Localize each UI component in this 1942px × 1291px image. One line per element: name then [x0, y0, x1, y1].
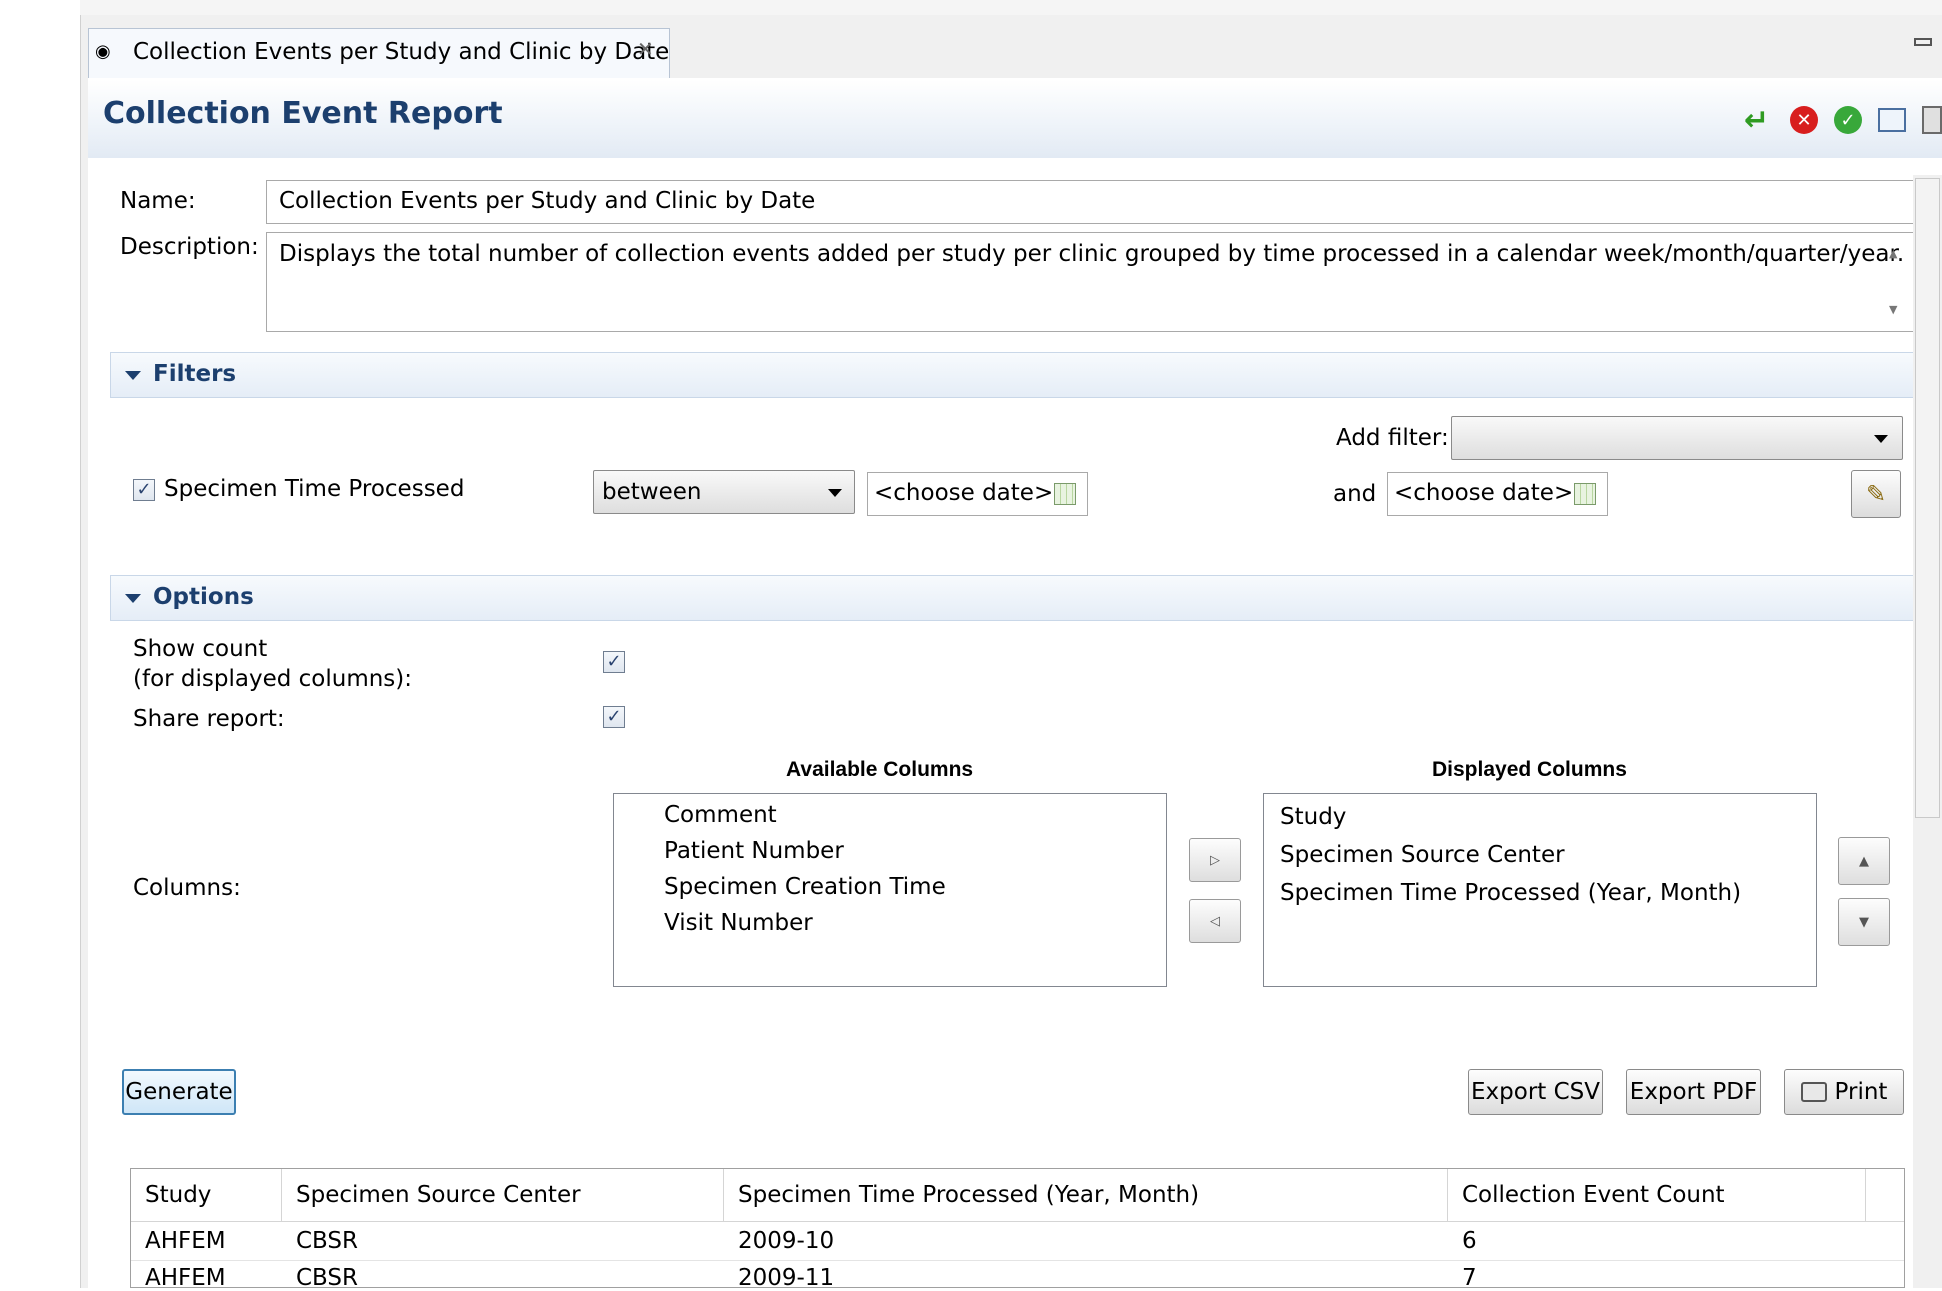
- and-label: and: [1333, 481, 1377, 507]
- name-value: Collection Events per Study and Clinic b…: [279, 188, 816, 214]
- collapse-triangle-icon: [125, 594, 141, 603]
- cancel-icon[interactable]: ✕: [1790, 106, 1818, 134]
- results-table[interactable]: Study Specimen Source Center Specimen Ti…: [130, 1168, 1905, 1291]
- table-cell: 7: [1462, 1265, 1477, 1291]
- column-header[interactable]: Study: [131, 1169, 282, 1221]
- column-header[interactable]: Specimen Source Center: [282, 1169, 724, 1221]
- move-down-icon: ▼: [1859, 914, 1869, 930]
- print-icon[interactable]: [1922, 106, 1942, 134]
- minimize-icon[interactable]: [1914, 38, 1932, 46]
- table-row[interactable]: AHFEM CBSR 2009-11 7: [131, 1261, 1904, 1291]
- move-up-button[interactable]: ▲: [1838, 837, 1890, 885]
- chevron-down-icon: [828, 489, 842, 497]
- scroll-up-icon[interactable]: ▲: [1889, 247, 1897, 260]
- add-filter-label: Add filter:: [1336, 425, 1449, 451]
- list-item[interactable]: Patient Number: [664, 838, 844, 864]
- collapse-triangle-icon: [125, 371, 141, 380]
- list-item[interactable]: Specimen Source Center: [1280, 842, 1565, 868]
- move-right-icon: ▷: [1210, 852, 1220, 868]
- add-filter-select[interactable]: [1451, 416, 1903, 460]
- wand-button[interactable]: ✎: [1851, 470, 1901, 518]
- description-value: Displays the total number of collection …: [279, 241, 1905, 267]
- table-cell: CBSR: [296, 1265, 359, 1291]
- date-to-placeholder: <choose date>: [1394, 480, 1574, 506]
- filters-section-label: Filters: [153, 361, 237, 387]
- reset-icon[interactable]: ↵: [1744, 106, 1774, 138]
- date-from-placeholder: <choose date>: [874, 480, 1054, 506]
- displayed-columns-title: Displayed Columns: [1432, 758, 1627, 781]
- description-label: Description:: [120, 234, 259, 260]
- column-header[interactable]: Specimen Time Processed (Year, Month): [724, 1169, 1448, 1221]
- print-button[interactable]: Print: [1784, 1069, 1904, 1115]
- share-report-label: Share report:: [133, 706, 285, 732]
- close-tab-icon[interactable]: ✕: [637, 37, 654, 61]
- generate-button[interactable]: Generate: [122, 1069, 236, 1115]
- operator-value: between: [602, 479, 702, 505]
- name-label: Name:: [120, 188, 196, 214]
- displayed-columns-list[interactable]: Study Specimen Source Center Specimen Ti…: [1263, 793, 1817, 987]
- column-header[interactable]: Collection Event Count: [1448, 1169, 1866, 1221]
- print-icon: [1800, 1082, 1827, 1102]
- list-item[interactable]: Comment: [664, 802, 777, 828]
- options-section-header[interactable]: Options: [110, 575, 1925, 621]
- chevron-down-icon: [1874, 435, 1888, 443]
- table-cell: AHFEM: [145, 1228, 226, 1254]
- calendar-icon[interactable]: [1054, 483, 1076, 505]
- table-cell: AHFEM: [145, 1265, 226, 1291]
- table-cell: 6: [1462, 1228, 1477, 1254]
- table-row[interactable]: AHFEM CBSR 2009-10 6: [131, 1222, 1904, 1261]
- editor-tab[interactable]: ◉ Collection Events per Study and Clinic…: [88, 28, 670, 78]
- move-left-icon: ◁: [1210, 913, 1220, 929]
- share-report-checkbox[interactable]: ✓: [603, 706, 625, 728]
- available-columns-title: Available Columns: [786, 758, 974, 781]
- description-field[interactable]: Displays the total number of collection …: [266, 232, 1915, 332]
- move-right-button[interactable]: ▷: [1189, 838, 1241, 882]
- print-label: Print: [1834, 1079, 1888, 1105]
- workbench-left-area: [0, 0, 80, 1288]
- list-item[interactable]: Specimen Time Processed (Year, Month): [1280, 880, 1741, 906]
- export-icon[interactable]: [1878, 108, 1906, 132]
- list-item[interactable]: Visit Number: [664, 910, 813, 936]
- filter-checkbox[interactable]: ✓: [133, 479, 155, 501]
- binoculars-icon: ◉: [95, 41, 111, 62]
- table-cell: 2009-11: [738, 1265, 835, 1291]
- page-title: Collection Event Report: [103, 96, 503, 131]
- export-csv-button[interactable]: Export CSV: [1468, 1069, 1603, 1115]
- export-pdf-button[interactable]: Export PDF: [1626, 1069, 1761, 1115]
- tab-label: Collection Events per Study and Clinic b…: [133, 39, 670, 65]
- move-left-button[interactable]: ◁: [1189, 899, 1241, 943]
- show-count-label-line2: (for displayed columns):: [133, 666, 413, 692]
- columns-label: Columns:: [133, 875, 241, 901]
- move-down-button[interactable]: ▼: [1838, 898, 1890, 946]
- workbench-top-area: [80, 0, 1942, 15]
- date-from-field[interactable]: <choose date>: [867, 472, 1088, 516]
- show-count-checkbox[interactable]: ✓: [603, 651, 625, 673]
- move-up-icon: ▲: [1859, 853, 1869, 869]
- date-to-field[interactable]: <choose date>: [1387, 472, 1608, 516]
- filter-label: Specimen Time Processed: [164, 476, 465, 502]
- available-columns-list[interactable]: Comment Patient Number Specimen Creation…: [613, 793, 1167, 987]
- wand-icon: ✎: [1865, 480, 1887, 508]
- confirm-icon[interactable]: ✓: [1834, 106, 1862, 134]
- list-item[interactable]: Specimen Creation Time: [664, 874, 946, 900]
- show-count-label-line1: Show count: [133, 636, 268, 662]
- table-cell: 2009-10: [738, 1228, 835, 1254]
- list-item[interactable]: Study: [1280, 804, 1346, 830]
- scroll-down-icon[interactable]: ▼: [1889, 303, 1897, 316]
- table-cell: CBSR: [296, 1228, 359, 1254]
- name-field[interactable]: Collection Events per Study and Clinic b…: [266, 180, 1915, 224]
- options-section-label: Options: [153, 584, 254, 610]
- operator-select[interactable]: between: [593, 470, 855, 514]
- scrollbar-thumb[interactable]: [1915, 178, 1940, 818]
- calendar-icon[interactable]: [1574, 483, 1596, 505]
- filters-section-header[interactable]: Filters: [110, 352, 1925, 398]
